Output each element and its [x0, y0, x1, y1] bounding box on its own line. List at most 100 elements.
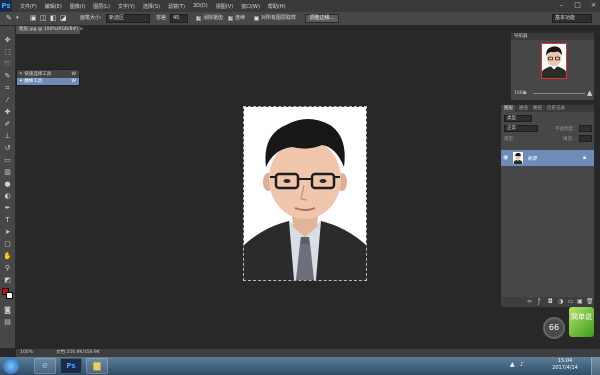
move-tool-icon[interactable]: ✥	[3, 36, 12, 45]
document-canvas[interactable]	[243, 106, 367, 281]
lock-label: 锁定:	[504, 137, 515, 142]
minimize-button[interactable]: –	[557, 1, 566, 10]
menu-type[interactable]: 文字(Y)	[118, 3, 135, 10]
shortcut-key: W	[71, 72, 76, 77]
lasso-tool-icon[interactable]: ➰	[3, 60, 12, 69]
taskbar-photoshop-icon[interactable]: Ps	[60, 358, 82, 374]
taskbar-folder-icon[interactable]: ▆	[86, 358, 108, 374]
add-to-selection-icon[interactable]: ◫	[40, 14, 47, 23]
menu-edit[interactable]: 编辑(E)	[45, 3, 62, 10]
tab-channels[interactable]: 通道	[519, 105, 528, 112]
sample-all-checkbox[interactable]	[254, 16, 259, 21]
path-select-icon[interactable]: ➤	[3, 228, 12, 237]
new-group-icon[interactable]: ▭	[568, 298, 574, 305]
tab-paths[interactable]: 路径	[533, 105, 542, 112]
menu-image[interactable]: 图像(I)	[70, 3, 85, 10]
menu-3d[interactable]: 3D(D)	[193, 3, 208, 9]
clone-stamp-icon[interactable]: ⊥	[3, 132, 12, 141]
flyout-item-quick-select[interactable]: ✎ 快速选择工具 W	[17, 71, 79, 78]
menu-filter[interactable]: 滤镜(T)	[168, 3, 185, 10]
tab-history[interactable]: 历史记录	[547, 105, 565, 112]
intersect-selection-icon[interactable]: ◪	[60, 14, 67, 23]
flyout-item-label: 快速选择工具	[24, 72, 52, 77]
menu-view[interactable]: 视图(V)	[216, 3, 233, 10]
healing-brush-icon[interactable]: ✚	[3, 108, 12, 117]
opacity-input[interactable]	[579, 125, 592, 132]
layers-panel: 图层 通道 路径 历史记录 类型 正常 不透明度: 锁定: 填充: ◉ 背景 🔒…	[500, 104, 595, 308]
new-selection-icon[interactable]: ▣	[30, 14, 37, 23]
menu-help[interactable]: 帮助(H)	[268, 3, 286, 10]
show-desktop-button[interactable]	[591, 357, 600, 375]
maximize-button[interactable]: □	[573, 1, 582, 10]
navigator-title: 导航器	[511, 33, 594, 40]
workspace-select[interactable]: 基本功能	[552, 14, 592, 23]
flyout-item-magic-wand[interactable]: ✦ 魔棒工具 W	[17, 78, 79, 85]
brush-size-label: 画笔大小:	[80, 15, 102, 21]
shape-tool-icon[interactable]: ▢	[3, 240, 12, 249]
watermark-logo-text: 简单说	[571, 313, 592, 321]
background-color-swatch[interactable]	[6, 292, 13, 299]
menu-layer[interactable]: 图层(L)	[93, 3, 110, 10]
network-speed-widget[interactable]: 66	[543, 317, 565, 339]
taskbar-ie-icon[interactable]: e	[34, 358, 56, 374]
quick-mask-icon[interactable]: ◙	[3, 306, 12, 315]
layer-visibility-eye-icon[interactable]: ◉	[503, 154, 508, 161]
layer-row-background[interactable]: ◉ 背景 🔒︎	[501, 150, 594, 166]
contiguous-checkbox[interactable]: ✓	[228, 16, 233, 22]
link-layers-icon[interactable]: ∞	[527, 298, 532, 305]
sample-all-label: 对所有图层取样	[261, 15, 297, 21]
dodge-tool-icon[interactable]: ◐	[3, 192, 12, 201]
gradient-tool-icon[interactable]: ▥	[3, 168, 12, 177]
eraser-tool-icon[interactable]: ▭	[3, 156, 12, 165]
navigator-zoom-slider[interactable]	[533, 93, 585, 94]
zoom-tool-icon[interactable]: ⚲	[3, 264, 12, 273]
quick-select-tool-icon[interactable]: ✎	[3, 72, 12, 81]
fill-input[interactable]	[579, 135, 592, 142]
type-tool-icon[interactable]: T	[3, 216, 12, 225]
status-bar: 100% 文档:356.9K/356.9K	[16, 349, 600, 357]
delete-layer-icon[interactable]: 🗑︎	[586, 298, 594, 305]
mode-select[interactable]: 新选区	[106, 14, 150, 23]
adjustment-layer-icon[interactable]: ◑	[558, 298, 563, 305]
blur-tool-icon[interactable]: ●	[3, 180, 12, 189]
marquee-tool-icon[interactable]: ⬚	[3, 48, 12, 57]
layer-kind-filter[interactable]: 类型	[504, 115, 532, 122]
history-brush-icon[interactable]: ↺	[3, 144, 12, 153]
zoom-in-icon[interactable]: ▲	[587, 89, 592, 97]
menu-window[interactable]: 窗口(W)	[241, 3, 260, 10]
eyedropper-tool-icon[interactable]: ⁄	[3, 96, 12, 105]
clock-date: 2017/4/14	[552, 365, 578, 371]
antialias-label: 消除锯齿	[203, 15, 224, 21]
tray-volume-icon[interactable]: ♪	[520, 361, 524, 368]
layer-style-icon[interactable]: ƒ	[538, 298, 540, 305]
navigator-thumbnail[interactable]	[541, 43, 567, 79]
layer-mask-icon[interactable]: ◘	[548, 298, 553, 305]
hand-tool-icon[interactable]: ✋	[3, 252, 12, 261]
zoom-out-icon[interactable]: ▴	[523, 89, 526, 96]
antialias-checkbox[interactable]: ✓	[196, 16, 201, 22]
tool-preset-dropdown-icon[interactable]: ▾	[16, 14, 19, 23]
quick-select-tool-icon[interactable]: ✎	[6, 14, 12, 23]
crop-tool-icon[interactable]: ⌗	[3, 84, 12, 93]
pen-tool-icon[interactable]: ✒	[3, 204, 12, 213]
menu-select[interactable]: 选择(S)	[143, 3, 160, 10]
default-colors-icon[interactable]: ◩	[3, 276, 12, 285]
tools-panel: ✥ ⬚ ➰ ✎ ⌗ ⁄ ✚ ✐ ⊥ ↺ ▭ ▥ ● ◐ ✒ T ➤ ▢ ✋ ⚲ …	[0, 26, 16, 348]
brush-tool-icon[interactable]: ✐	[3, 120, 12, 129]
refine-edge-button[interactable]: 调整边缘...	[305, 14, 339, 23]
document-tab[interactable]: 图层.jpg @ 100%(RGB/8#) ×	[16, 26, 83, 34]
tab-layers[interactable]: 图层	[502, 105, 515, 112]
start-button-icon[interactable]	[3, 358, 19, 374]
taskbar-clock[interactable]: 15:04 2017/4/14	[545, 358, 585, 372]
tray-network-icon[interactable]: ▲	[510, 361, 515, 368]
status-zoom[interactable]: 100%	[20, 349, 33, 357]
screen-mode-icon[interactable]: ▤	[3, 318, 12, 327]
blend-mode-select[interactable]: 正常	[504, 125, 538, 132]
tolerance-input[interactable]: 45	[170, 14, 188, 23]
subtract-selection-icon[interactable]: ◧	[50, 14, 57, 23]
layers-footer: ∞ ƒ ◘ ◑ ▭ ▣ 🗑︎	[501, 297, 594, 307]
close-button[interactable]: ×	[589, 1, 598, 10]
watermark-logo: 简单说	[569, 307, 594, 337]
menu-file[interactable]: 文件(F)	[20, 3, 37, 10]
new-layer-icon[interactable]: ▣	[577, 298, 583, 305]
